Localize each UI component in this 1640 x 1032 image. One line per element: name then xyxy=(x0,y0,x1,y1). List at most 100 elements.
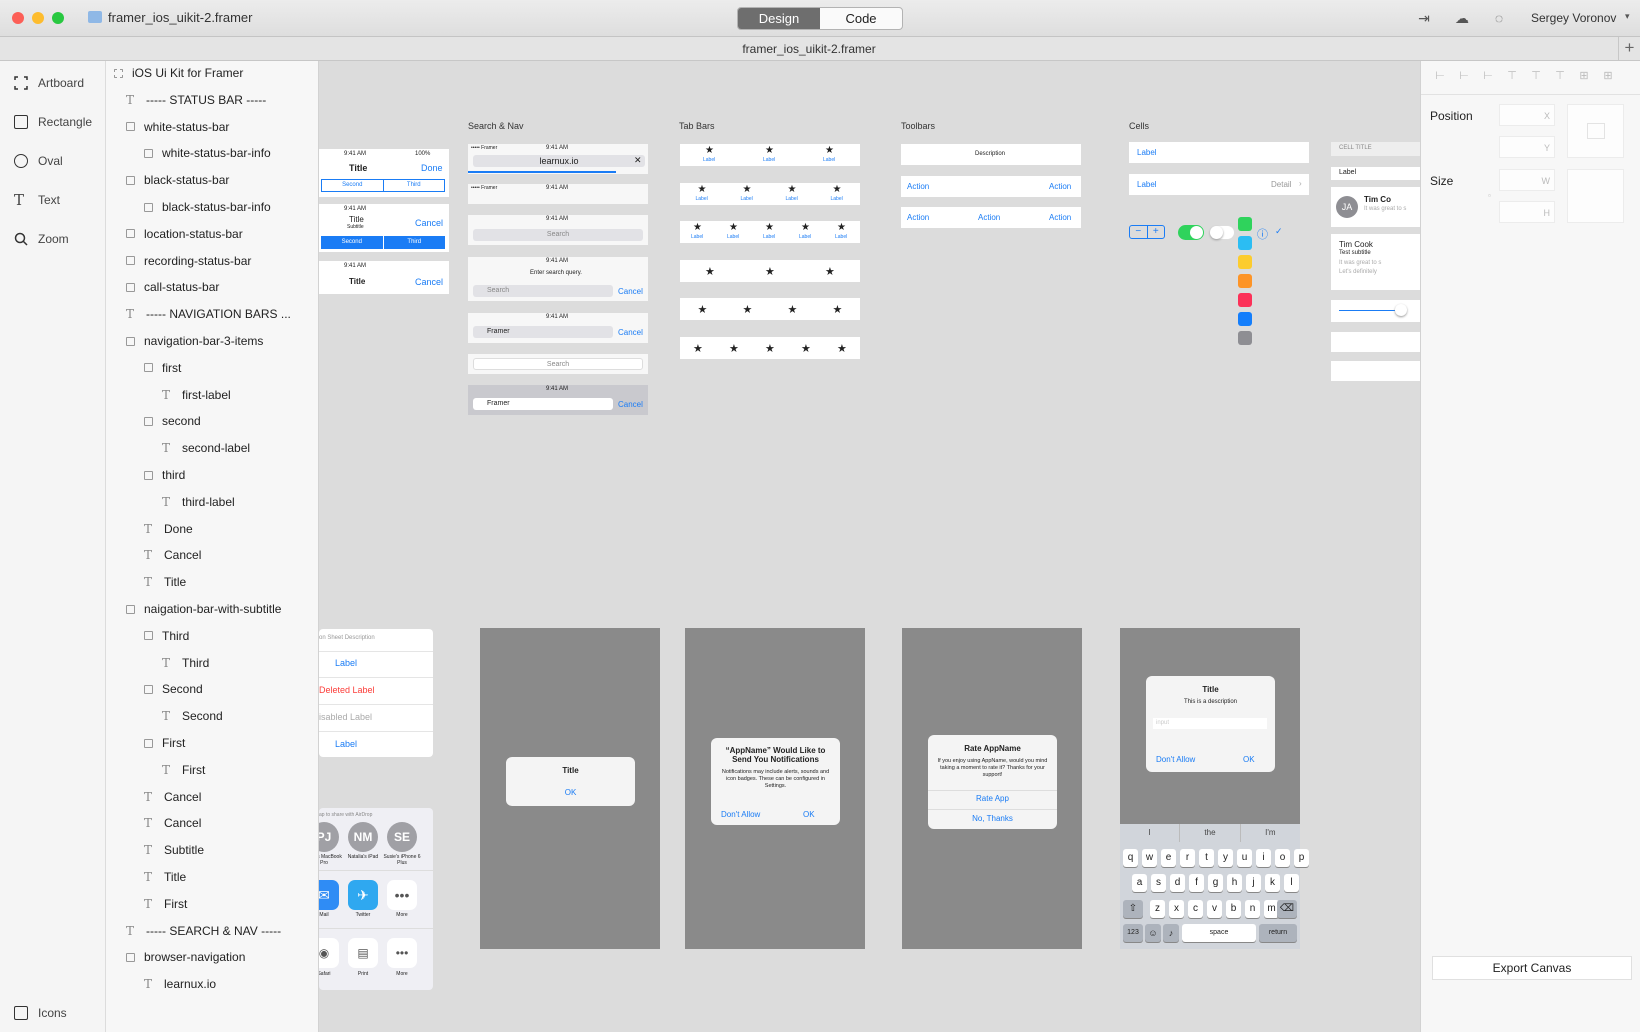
star-icon[interactable]: ★ xyxy=(833,184,842,195)
layer-row[interactable]: Tfirst-label xyxy=(162,388,231,402)
key[interactable]: z xyxy=(1150,900,1165,918)
cell-subtitle[interactable]: Tim Cook Test subtitle It was great to s… xyxy=(1331,234,1420,290)
return-key[interactable]: return xyxy=(1259,924,1297,942)
toolbar-3-actions[interactable]: Action Action Action xyxy=(901,207,1081,228)
space-key[interactable]: space xyxy=(1182,924,1256,942)
mode-switch[interactable]: Design Code xyxy=(737,7,903,30)
cell-detail[interactable]: Label Detail › xyxy=(1129,174,1309,195)
numbers-key[interactable]: 123 xyxy=(1123,924,1143,942)
layer-row[interactable]: Tlearnux.io xyxy=(144,977,216,991)
layer-row[interactable]: third xyxy=(144,468,185,482)
toolbar-action[interactable]: Action xyxy=(907,213,929,222)
segmented-control[interactable]: Second Third xyxy=(321,179,445,192)
key[interactable]: y xyxy=(1218,849,1233,867)
alert-ok[interactable]: OK xyxy=(1243,755,1255,764)
key[interactable]: x xyxy=(1169,900,1184,918)
cloud-icon[interactable]: ☁ xyxy=(1453,10,1471,26)
star-icon[interactable]: ★ xyxy=(698,303,708,316)
share-sheet[interactable]: ap to share with AirDrop PJ Paul's MacBoo… xyxy=(319,808,433,990)
layer-row[interactable]: white-status-bar-info xyxy=(144,146,271,160)
search-cancel[interactable]: Cancel xyxy=(618,328,643,337)
key[interactable]: w xyxy=(1142,849,1157,867)
toolbar-action[interactable]: Action xyxy=(978,213,1000,222)
key[interactable]: h xyxy=(1227,874,1242,892)
layer-row[interactable]: T First xyxy=(162,763,205,777)
minimize-window-button[interactable] xyxy=(32,12,44,24)
search-input[interactable]: Search xyxy=(473,229,643,241)
star-icon[interactable]: ★ xyxy=(705,145,714,156)
key[interactable]: f xyxy=(1189,874,1204,892)
delete-icon[interactable]: ⌫ xyxy=(1277,900,1297,918)
shift-icon[interactable]: ⇧ xyxy=(1123,900,1143,918)
layer-row[interactable]: navigation-bar-3-items xyxy=(126,334,263,348)
x-field[interactable]: X xyxy=(1499,104,1555,126)
emoji-icon[interactable]: ☺ xyxy=(1145,924,1161,942)
tool-artboard[interactable]: Artboard xyxy=(14,76,84,90)
key[interactable]: l xyxy=(1284,874,1299,892)
star-icon[interactable]: ★ xyxy=(729,342,739,355)
search-dark[interactable]: 9:41 AM Framer Cancel xyxy=(468,385,648,415)
height-field[interactable]: H xyxy=(1499,201,1555,223)
key[interactable]: q xyxy=(1123,849,1138,867)
cell-avatar[interactable]: JA Tim Co It was great to s xyxy=(1331,187,1420,227)
browser-navigation[interactable]: ••••• Framer 9:41 AM learnux.io ✕ xyxy=(468,144,648,174)
new-tab-button[interactable]: + xyxy=(1618,37,1640,61)
star-icon[interactable]: ★ xyxy=(825,145,834,156)
segment-second[interactable]: Second xyxy=(321,236,384,249)
align-top-icon[interactable]: ⊤ xyxy=(1505,69,1519,83)
star-icon[interactable]: ★ xyxy=(837,222,846,233)
layer-row[interactable]: T ----- STATUS BAR ----- xyxy=(126,93,266,107)
search-bar-inactive[interactable]: 9:41 AM Search xyxy=(468,215,648,245)
more-icon[interactable]: ••• xyxy=(387,938,417,968)
star-icon[interactable]: ★ xyxy=(765,145,774,156)
star-icon[interactable]: ★ xyxy=(825,265,835,278)
canvas[interactable]: Search & Nav Tab Bars Toolbars Cells 9:4… xyxy=(319,61,1420,1032)
microphone-icon[interactable]: ♪ xyxy=(1163,924,1179,942)
nav-cancel[interactable]: Cancel xyxy=(415,277,443,287)
keyboard[interactable]: Ithe I'm q w e r t y u i o p a s d f g h j k l z x c v b n m ⇧ ⌫ 123 ☺ ♪… xyxy=(1120,824,1309,949)
alert-deny[interactable]: Don't Allow xyxy=(721,810,760,819)
layer-row[interactable]: T ----- SEARCH & NAV ----- xyxy=(126,924,281,938)
layer-row[interactable]: naigation-bar-with-subtitle xyxy=(126,602,281,616)
design-tab[interactable]: Design xyxy=(738,8,820,29)
key[interactable]: b xyxy=(1226,900,1241,918)
tab-bar-4[interactable]: ★ ★ ★ ★ xyxy=(680,298,860,320)
star-icon[interactable]: ★ xyxy=(705,265,715,278)
y-field[interactable]: Y xyxy=(1499,136,1555,158)
star-icon[interactable]: ★ xyxy=(801,222,810,233)
action-sheet[interactable]: on Sheet Description Label Deleted Label… xyxy=(319,629,433,757)
nav-bar-with-subtitle[interactable]: 9:41 AM Title Subtitle Cancel Second Thi… xyxy=(319,204,449,252)
nav-cancel[interactable]: Cancel xyxy=(415,218,443,228)
layer-row[interactable]: T Cancel xyxy=(144,816,201,830)
segment-third[interactable]: Third xyxy=(384,236,446,249)
toolbar-2-actions[interactable]: Action Action xyxy=(901,176,1081,197)
tab-bar-5[interactable]: ★ Label ★ Label ★ Label ★ Label ★ Label xyxy=(680,221,860,243)
tool-zoom[interactable]: Zoom xyxy=(14,232,69,246)
airdrop-avatar[interactable]: PJ xyxy=(319,822,339,852)
star-icon[interactable]: ★ xyxy=(743,303,753,316)
layer-row[interactable]: location-status-bar xyxy=(126,227,243,241)
star-icon[interactable]: ★ xyxy=(765,222,774,233)
layer-row[interactable]: T Cancel xyxy=(144,790,201,804)
toggle-on[interactable] xyxy=(1178,225,1204,240)
layer-row[interactable]: T Subtitle xyxy=(144,843,204,857)
star-icon[interactable]: ★ xyxy=(693,222,702,233)
layer-row[interactable]: T Second xyxy=(162,709,223,723)
suggestion[interactable]: I'm xyxy=(1241,824,1300,842)
key[interactable]: p xyxy=(1294,849,1309,867)
key[interactable]: n xyxy=(1245,900,1260,918)
tool-oval[interactable]: Oval xyxy=(14,154,63,168)
segmented-control[interactable]: Second Third xyxy=(321,236,445,249)
layer-row[interactable]: T ----- NAVIGATION BARS ... xyxy=(126,307,291,321)
align-middle-icon[interactable]: ⊤ xyxy=(1529,69,1543,83)
chevron-down-icon[interactable]: ▾ xyxy=(1625,11,1630,22)
close-window-button[interactable] xyxy=(12,12,24,24)
star-icon[interactable]: ★ xyxy=(788,303,798,316)
star-icon[interactable]: ★ xyxy=(788,184,797,195)
layer-row[interactable]: second xyxy=(144,414,201,428)
star-icon[interactable]: ★ xyxy=(743,184,752,195)
star-icon[interactable]: ★ xyxy=(833,303,843,316)
search-active[interactable]: 9:41 AM Framer Cancel xyxy=(468,313,648,343)
distribute-v-icon[interactable]: ⊞ xyxy=(1601,69,1615,83)
key[interactable]: k xyxy=(1265,874,1280,892)
